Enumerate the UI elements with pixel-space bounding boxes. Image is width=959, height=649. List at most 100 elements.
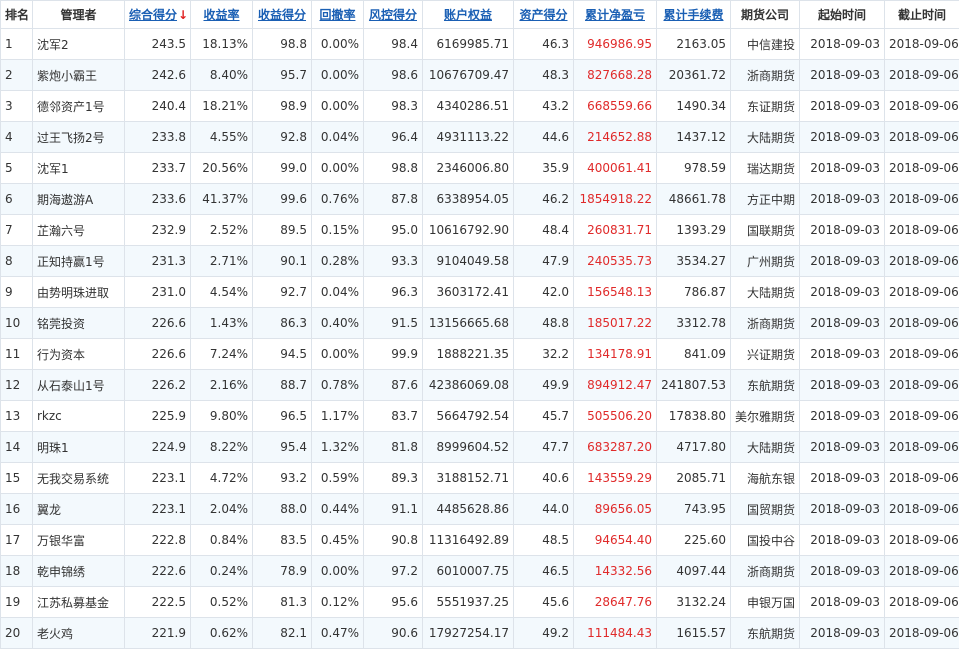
equity-cell: 13156665.68 [423, 308, 514, 339]
risk-score-cell: 91.1 [364, 494, 423, 525]
header-equity-label[interactable]: 账户权益 [444, 8, 492, 22]
return-rate-cell: 4.54% [191, 277, 253, 308]
rank-cell: 8 [1, 246, 33, 277]
net-profit-cell: 668559.66 [574, 91, 657, 122]
start-date-cell: 2018-09-03 [800, 401, 885, 432]
manager-cell: 沈军1 [33, 153, 125, 184]
equity-cell: 17927254.17 [423, 618, 514, 649]
header-asset-score[interactable]: 资产得分 [514, 1, 574, 29]
manager-cell: 正知持赢1号 [33, 246, 125, 277]
start-date-cell: 2018-09-03 [800, 308, 885, 339]
header-net-profit[interactable]: 累计净盈亏 [574, 1, 657, 29]
total-score-cell: 233.8 [125, 122, 191, 153]
risk-score-cell: 98.3 [364, 91, 423, 122]
return-score-cell: 81.3 [253, 587, 312, 618]
risk-score-cell: 81.8 [364, 432, 423, 463]
table-row: 16翼龙223.12.04%88.00.44%91.14485628.8644.… [1, 494, 959, 525]
rank-cell: 4 [1, 122, 33, 153]
table-row: 20老火鸡221.90.62%82.10.47%90.617927254.174… [1, 618, 959, 649]
start-date-cell: 2018-09-03 [800, 556, 885, 587]
risk-score-cell: 83.7 [364, 401, 423, 432]
drawdown-cell: 0.00% [312, 153, 364, 184]
header-risk-score-label[interactable]: 风控得分 [369, 8, 417, 22]
asset-score-cell: 46.5 [514, 556, 574, 587]
return-score-cell: 89.5 [253, 215, 312, 246]
rank-cell: 6 [1, 184, 33, 215]
broker-cell: 国联期货 [731, 215, 800, 246]
start-date-cell: 2018-09-03 [800, 153, 885, 184]
header-equity[interactable]: 账户权益 [423, 1, 514, 29]
rank-cell: 15 [1, 463, 33, 494]
return-score-cell: 88.0 [253, 494, 312, 525]
return-score-cell: 83.5 [253, 525, 312, 556]
drawdown-cell: 0.00% [312, 29, 364, 60]
header-fees-label[interactable]: 累计手续费 [663, 8, 723, 22]
rank-cell: 12 [1, 370, 33, 401]
net-profit-cell: 185017.22 [574, 308, 657, 339]
drawdown-cell: 0.04% [312, 277, 364, 308]
risk-score-cell: 91.5 [364, 308, 423, 339]
header-asset-score-label[interactable]: 资产得分 [519, 8, 567, 22]
end-date-cell: 2018-09-06 [885, 339, 959, 370]
equity-cell: 10616792.90 [423, 215, 514, 246]
fees-cell: 4097.44 [657, 556, 731, 587]
equity-cell: 1888221.35 [423, 339, 514, 370]
rank-cell: 9 [1, 277, 33, 308]
broker-cell: 方正中期 [731, 184, 800, 215]
end-date-cell: 2018-09-06 [885, 308, 959, 339]
fees-cell: 2085.71 [657, 463, 731, 494]
rank-cell: 16 [1, 494, 33, 525]
equity-cell: 10676709.47 [423, 60, 514, 91]
risk-score-cell: 96.4 [364, 122, 423, 153]
return-rate-cell: 0.24% [191, 556, 253, 587]
header-drawdown[interactable]: 回撤率 [312, 1, 364, 29]
header-return-score-label[interactable]: 收益得分 [258, 8, 306, 22]
table-row: 5沈军1233.720.56%99.00.00%98.82346006.8035… [1, 153, 959, 184]
rank-cell: 20 [1, 618, 33, 649]
broker-cell: 浙商期货 [731, 556, 800, 587]
sort-desc-icon: ↓ [178, 8, 188, 22]
drawdown-cell: 0.00% [312, 60, 364, 91]
table-row: 9由势明珠进取231.04.54%92.70.04%96.33603172.41… [1, 277, 959, 308]
header-return-score[interactable]: 收益得分 [253, 1, 312, 29]
header-total-score-label[interactable]: 综合得分 [129, 8, 177, 22]
start-date-cell: 2018-09-03 [800, 184, 885, 215]
total-score-cell: 225.9 [125, 401, 191, 432]
manager-cell: 过王飞扬2号 [33, 122, 125, 153]
table-row: 6期海遨游A233.641.37%99.60.76%87.86338954.05… [1, 184, 959, 215]
table-row: 17万银华富222.80.84%83.50.45%90.811316492.89… [1, 525, 959, 556]
end-date-cell: 2018-09-06 [885, 525, 959, 556]
fees-cell: 1615.57 [657, 618, 731, 649]
total-score-cell: 226.6 [125, 339, 191, 370]
header-fees[interactable]: 累计手续费 [657, 1, 731, 29]
drawdown-cell: 0.04% [312, 122, 364, 153]
drawdown-cell: 0.40% [312, 308, 364, 339]
return-rate-cell: 8.40% [191, 60, 253, 91]
broker-cell: 国贸期货 [731, 494, 800, 525]
header-risk-score[interactable]: 风控得分 [364, 1, 423, 29]
fees-cell: 1437.12 [657, 122, 731, 153]
fees-cell: 3132.24 [657, 587, 731, 618]
header-total-score[interactable]: 综合得分↓ [125, 1, 191, 29]
start-date-cell: 2018-09-03 [800, 618, 885, 649]
start-date-cell: 2018-09-03 [800, 277, 885, 308]
table-row: 11行为资本226.67.24%94.50.00%99.91888221.353… [1, 339, 959, 370]
rank-cell: 1 [1, 29, 33, 60]
broker-cell: 大陆期货 [731, 277, 800, 308]
table-row: 12从石泰山1号226.22.16%88.70.78%87.642386069.… [1, 370, 959, 401]
header-drawdown-label[interactable]: 回撤率 [319, 8, 355, 22]
fees-cell: 1490.34 [657, 91, 731, 122]
asset-score-cell: 49.9 [514, 370, 574, 401]
asset-score-cell: 48.8 [514, 308, 574, 339]
asset-score-cell: 44.0 [514, 494, 574, 525]
rank-cell: 3 [1, 91, 33, 122]
table-body: 1沈军2243.518.13%98.80.00%98.46169985.7146… [1, 29, 959, 649]
asset-score-cell: 32.2 [514, 339, 574, 370]
rank-cell: 13 [1, 401, 33, 432]
table-row: 15无我交易系统223.14.72%93.20.59%89.33188152.7… [1, 463, 959, 494]
header-return-rate[interactable]: 收益率 [191, 1, 253, 29]
start-date-cell: 2018-09-03 [800, 339, 885, 370]
end-date-cell: 2018-09-06 [885, 29, 959, 60]
header-net-profit-label[interactable]: 累计净盈亏 [585, 8, 645, 22]
header-return-rate-label[interactable]: 收益率 [203, 8, 239, 22]
